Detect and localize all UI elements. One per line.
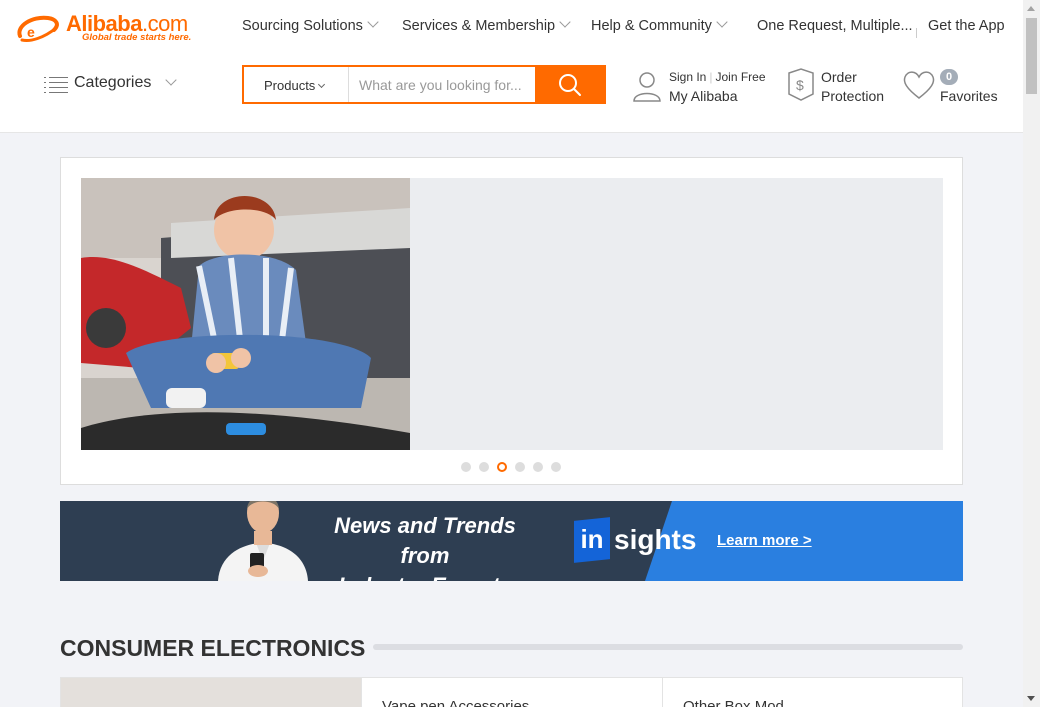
sign-in-link[interactable]: Sign In xyxy=(669,70,706,84)
chevron-down-icon xyxy=(559,16,571,28)
header: e Alibaba.com Global trade starts here. … xyxy=(0,0,1023,133)
sign-in-join-links: Sign In | Join Free xyxy=(669,70,766,84)
nav-get-the-app[interactable]: Get the App xyxy=(928,18,1005,34)
chevron-down-icon xyxy=(367,16,379,28)
order-protection-link[interactable]: $ Order Protection xyxy=(786,68,896,108)
nav-sourcing-solutions[interactable]: Sourcing Solutions xyxy=(242,16,379,34)
scroll-down-arrow-icon[interactable] xyxy=(1027,696,1035,701)
join-free-link[interactable]: Join Free xyxy=(715,70,765,84)
vertical-scrollbar[interactable] xyxy=(1023,0,1040,707)
search-input[interactable] xyxy=(349,67,535,102)
shield-dollar-icon: $ xyxy=(788,68,814,101)
category-card[interactable]: Vape pen Accessories xyxy=(361,678,662,707)
nav-divider xyxy=(916,28,917,38)
user-icon xyxy=(633,72,661,102)
logo-tagline: Global trade starts here. xyxy=(82,32,192,43)
nav-one-request[interactable]: One Request, Multiple... xyxy=(757,18,913,34)
svg-text:e: e xyxy=(27,24,35,40)
category-image[interactable] xyxy=(61,678,361,707)
svg-text:$: $ xyxy=(796,77,804,93)
carousel-dot[interactable] xyxy=(551,462,561,472)
carousel-dot[interactable] xyxy=(515,462,525,472)
carousel-slide[interactable] xyxy=(81,178,943,450)
learn-more-link[interactable]: Learn more > xyxy=(717,532,812,549)
chevron-down-icon xyxy=(318,80,326,89)
section-divider xyxy=(373,644,963,650)
scroll-up-arrow-icon[interactable] xyxy=(1027,6,1035,11)
order-protection-line1: Order xyxy=(821,69,857,85)
alibaba-logo[interactable]: e Alibaba.com Global trade starts here. xyxy=(14,10,214,50)
presenter-photo xyxy=(218,501,308,581)
alibaba-logo-icon: e xyxy=(17,15,59,42)
heart-icon xyxy=(903,71,935,99)
menu-list-icon xyxy=(44,77,68,93)
favorites-label: Favorites xyxy=(940,88,998,104)
chevron-down-icon xyxy=(716,16,728,28)
categories-label: Categories xyxy=(74,74,152,91)
page: e Alibaba.com Global trade starts here. … xyxy=(0,0,1023,707)
category-cards: Vape pen Accessories Other Box Mod xyxy=(60,677,963,707)
carousel-dot-active[interactable] xyxy=(497,462,507,472)
insights-banner[interactable]: News and Trends from Industry Experts in… xyxy=(60,501,963,581)
scrollbar-thumb[interactable] xyxy=(1026,18,1037,94)
my-alibaba-link[interactable]: My Alibaba xyxy=(669,88,737,104)
chevron-down-icon xyxy=(165,74,177,86)
search-icon xyxy=(559,74,581,96)
search-bar: Products xyxy=(242,65,606,104)
search-button[interactable] xyxy=(535,66,605,103)
hero-carousel xyxy=(60,157,963,485)
order-protection-line2: Protection xyxy=(821,88,885,104)
category-card[interactable]: Other Box Mod xyxy=(662,678,963,707)
search-scope-select[interactable]: Products xyxy=(244,67,349,102)
section-title: CONSUMER ELECTRONICS xyxy=(60,635,366,661)
boy-with-rc-car-photo xyxy=(81,178,410,450)
nav-services-membership[interactable]: Services & Membership xyxy=(402,16,571,34)
favorites-link[interactable]: 0 Favorites xyxy=(902,68,1012,108)
carousel-dot[interactable] xyxy=(479,462,489,472)
banner-headline: News and Trends from Industry Experts xyxy=(334,513,516,581)
nav-help-community[interactable]: Help & Community xyxy=(591,16,728,34)
carousel-dot[interactable] xyxy=(461,462,471,472)
carousel-dot[interactable] xyxy=(533,462,543,472)
carousel-pagination xyxy=(461,462,561,474)
account-menu[interactable]: Sign In | Join Free My Alibaba xyxy=(632,68,772,108)
favorites-count-badge: 0 xyxy=(940,69,958,85)
